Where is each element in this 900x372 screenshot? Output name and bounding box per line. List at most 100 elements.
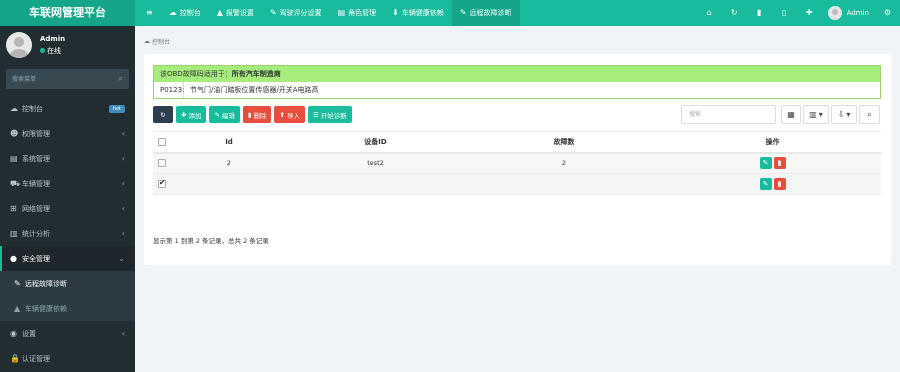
start-diagnosis-button[interactable]: ☰ 开始诊断	[307, 106, 352, 123]
file-icon[interactable]: ▯	[772, 0, 797, 26]
shield-icon: ●	[10, 254, 17, 263]
list-icon: ▤	[337, 8, 346, 17]
home-icon[interactable]: ⌂	[697, 0, 722, 26]
notice-header: 该OBD故障码适用于：所有汽车制造商	[154, 66, 880, 82]
refresh-button[interactable]: ↻	[153, 106, 173, 123]
flask-icon: ▲	[14, 304, 21, 313]
brand-logo[interactable]: 车联网管理平台	[0, 0, 135, 26]
settings-icon[interactable]: ⚙	[875, 0, 900, 26]
fault-code: P0123:	[154, 82, 184, 98]
col-id[interactable]: Id	[171, 131, 287, 154]
cell-actions: ✎ ▮	[664, 173, 881, 195]
sidebar-item-network[interactable]: ⊞ 网络管理 ‹	[0, 196, 135, 221]
refresh-icon[interactable]: ↻	[722, 0, 747, 26]
sidebar-user-name: Admin	[40, 34, 66, 43]
sidebar-item-auth[interactable]: 🔒 认证管理	[0, 346, 135, 371]
edit-button[interactable]: ✎ 编辑	[209, 106, 240, 123]
diagnosis-table: Id 设备ID 故障数 操作 2 test2 2 ✎ ▮ ✔ ✎ ▮	[153, 131, 881, 195]
cell-device-id	[287, 173, 464, 195]
delete-row-button[interactable]: ▮	[773, 178, 786, 190]
add-label: 添加	[188, 112, 202, 120]
sidebar-item-label: 统计分析	[22, 229, 50, 238]
table-view-buttons: ▦ ▥ ▾ ⇩ ▾ ⌕	[781, 105, 880, 124]
edit-row-button[interactable]: ✎	[759, 157, 772, 170]
plus-icon: ✚	[181, 111, 187, 119]
edit-label: 编辑	[221, 112, 235, 120]
col-fault-count[interactable]: 故障数	[464, 131, 664, 154]
sidebar-item-dashboard[interactable]: ☁ 控制台 hot	[0, 96, 135, 121]
sidebar-item-statistics[interactable]: ▥ 统计分析 ‹	[0, 221, 135, 246]
diagnosis-icon: ☰	[312, 111, 319, 119]
tab-vehicle-health[interactable]: ⬇ 车辆健康依赖	[384, 0, 452, 26]
sidebar-item-permissions[interactable]: ☻ 权限管理 ‹	[0, 121, 135, 146]
columns-icon: ▥	[809, 110, 817, 119]
sidebar-item-label: 设置	[22, 329, 36, 338]
fault-description: 节气门/油门踏板位置传感器/开关A电路高	[190, 86, 319, 94]
notice-row: P0123: 节气门/油门踏板位置传感器/开关A电路高	[154, 82, 880, 98]
export-button[interactable]: ⇩ ▾	[831, 105, 857, 124]
row-select-cell	[153, 152, 171, 174]
sidebar-item-settings[interactable]: ◉ 设置 ‹	[0, 321, 135, 346]
sidebar-item-vehicle-health[interactable]: ▲ 车辆健康依赖	[0, 296, 135, 321]
car-icon: ⛟	[10, 178, 21, 188]
delete-row-button[interactable]: ▮	[773, 157, 786, 170]
main-content: ☁ 控制台 该OBD故障码适用于：所有汽车制造商 P0123: 节气门/油门踏板…	[135, 26, 900, 372]
select-all-checkbox[interactable]	[158, 137, 166, 146]
chevron-left-icon: ‹	[121, 229, 125, 238]
table-header-row: Id 设备ID 故障数 操作	[153, 131, 881, 154]
tab-alarm-settings[interactable]: ▲ 报警设置	[209, 0, 262, 26]
wrench-icon: ✎	[14, 279, 21, 288]
sidebar-item-vehicles[interactable]: ⛟ 车辆管理 ‹	[0, 171, 135, 196]
delete-button[interactable]: ▮ 删除	[242, 106, 272, 123]
col-device-id[interactable]: 设备ID	[287, 131, 464, 154]
sidebar-toggle-button[interactable]: ≡	[138, 0, 161, 26]
tab-remote-diagnosis[interactable]: ✎ 远程故障诊断	[451, 0, 520, 26]
notice-prefix: 该OBD故障码适用于：	[160, 70, 232, 78]
tab-driving-score[interactable]: ✎ 驾驶评分设置	[262, 0, 330, 26]
sidebar-item-remote-diagnosis[interactable]: ✎ 远程故障诊断	[0, 271, 135, 296]
list-icon: ▤	[10, 154, 18, 163]
sidebar-item-security[interactable]: ● 安全管理 ⌄	[0, 246, 135, 271]
add-button[interactable]: ✚ 添加	[176, 106, 207, 123]
toggle-view-button[interactable]: ▦	[781, 105, 801, 124]
cell-id: 2	[171, 152, 287, 174]
breadcrumb-label[interactable]: 控制台	[152, 37, 170, 46]
sidebar-item-label: 远程故障诊断	[25, 279, 67, 288]
sidebar-item-label: 权限管理	[22, 129, 50, 138]
cell-id	[171, 173, 287, 195]
trash-icon[interactable]: ▮	[747, 0, 772, 26]
row-checkbox[interactable]	[158, 159, 166, 168]
sidebar-item-label: 网络管理	[22, 204, 50, 213]
caret-down-icon: ▾	[818, 110, 823, 119]
cell-fault-count	[464, 173, 664, 195]
tab-dashboard[interactable]: ☁ 控制台	[161, 0, 209, 26]
sidebar-item-system[interactable]: ▤ 系统管理 ‹	[0, 146, 135, 171]
advanced-search-button[interactable]: ⌕	[859, 105, 880, 124]
sidebar-search-input[interactable]	[6, 69, 129, 89]
pagination-info: 显示第 1 到第 2 条记录，总共 2 条记录	[153, 237, 269, 245]
tab-label: 驾驶评分设置	[279, 9, 322, 17]
select-all-cell	[153, 131, 171, 154]
fullscreen-icon[interactable]: ✚	[797, 0, 822, 26]
menu-icon: ≡	[146, 8, 153, 17]
edit-row-button[interactable]: ✎	[759, 178, 772, 190]
table-search-input[interactable]	[682, 106, 775, 123]
users-icon: ☻	[10, 129, 19, 138]
top-navbar: 车联网管理平台 ≡ ☁ 控制台 ▲ 报警设置 ✎ 驾驶评分设置 ▤ 角色管理 ⬇ 车辆健康…	[0, 0, 900, 26]
status-badge: 在线	[40, 46, 65, 56]
user-circle-icon: ◉	[10, 329, 17, 338]
wrench-icon: ✎	[459, 8, 467, 17]
online-dot-icon	[40, 48, 45, 53]
pencil-icon: ✎	[214, 111, 220, 119]
search-icon: ⌕	[867, 109, 872, 119]
chevron-left-icon: ‹	[121, 179, 125, 188]
tab-role-management[interactable]: ▤ 角色管理	[330, 0, 385, 26]
import-button[interactable]: ⬆ 导入	[274, 106, 305, 123]
import-label: 导入	[286, 112, 300, 120]
table-toolbar: ↻ ✚ 添加 ✎ 编辑 ▮ 删除 ⬆ 导入 ☰ 开始诊断	[153, 106, 352, 123]
user-menu[interactable]: Admin	[822, 0, 875, 26]
columns-button[interactable]: ▥ ▾	[803, 105, 829, 124]
row-checkbox[interactable]	[158, 178, 166, 188]
avatar	[6, 32, 32, 58]
search-icon[interactable]: ⌕	[119, 69, 123, 89]
